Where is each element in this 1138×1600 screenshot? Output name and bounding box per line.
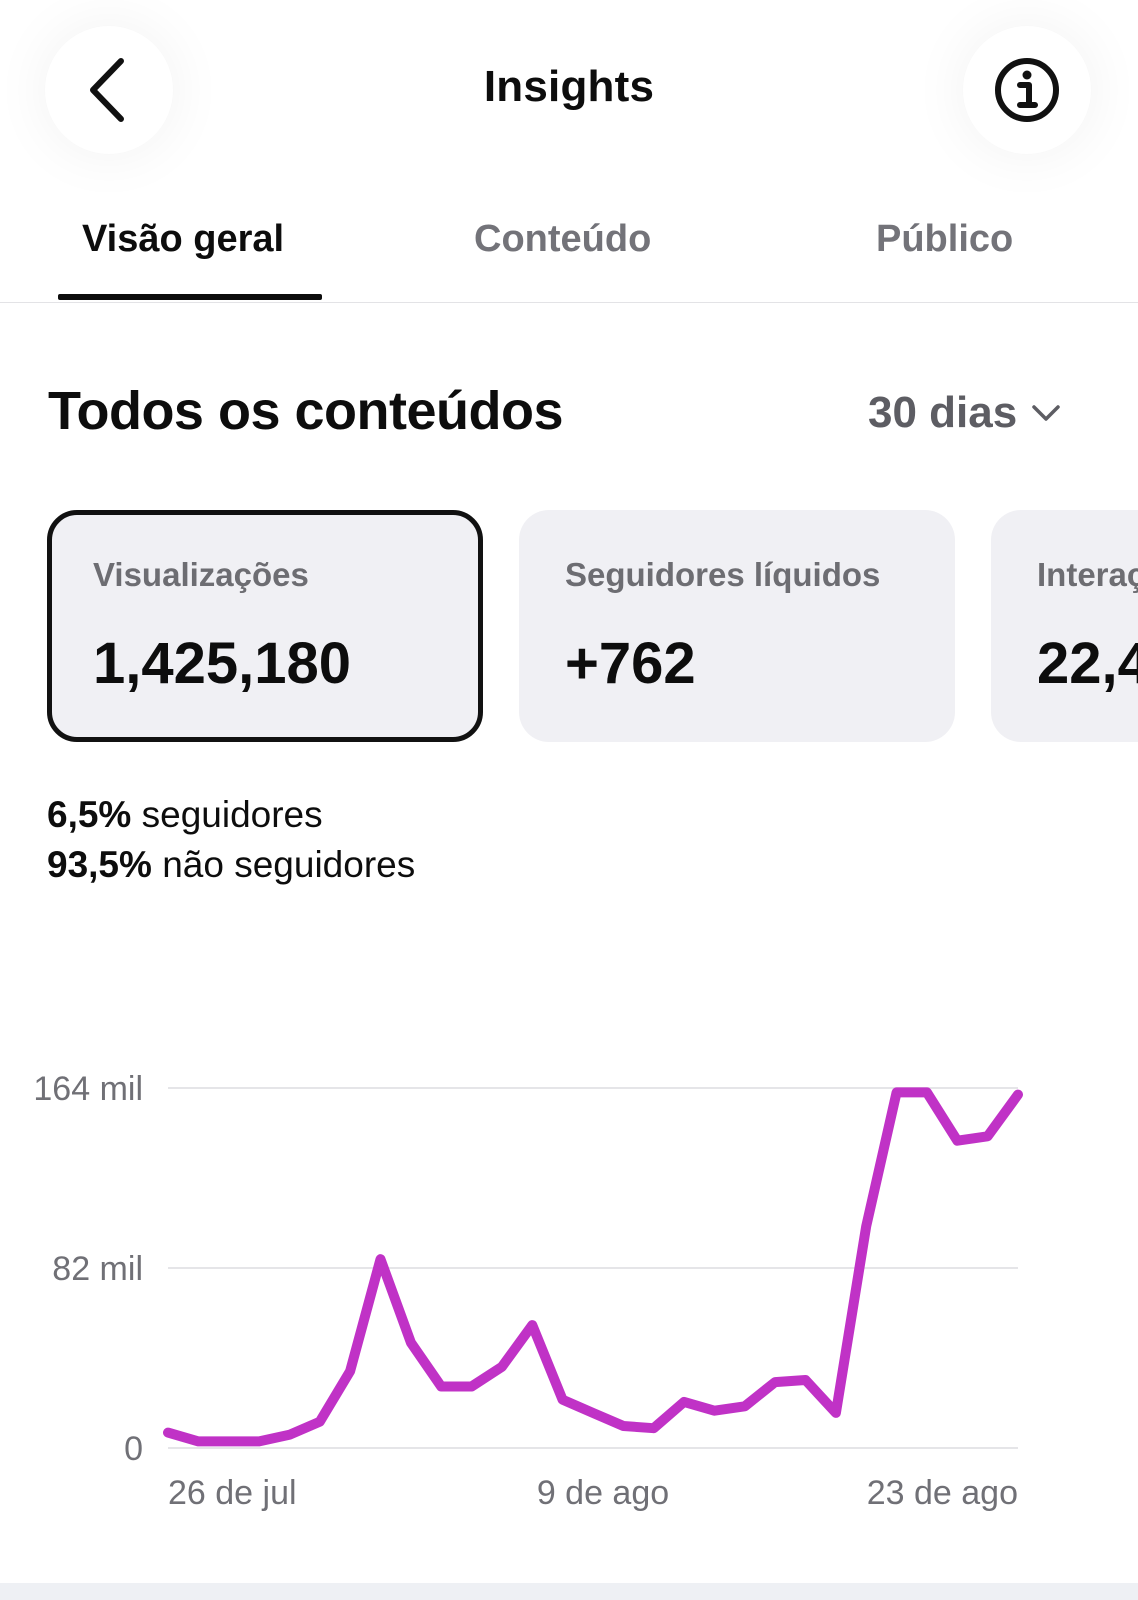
section-title: Todos os conteúdos xyxy=(48,381,564,441)
views-line-chart: 164 mil 82 mil 0 26 de jul 9 de ago 23 de ago xyxy=(0,1040,1138,1520)
metric-card-net-followers[interactable]: Seguidores líquidos +762 xyxy=(519,510,955,742)
views-series-line xyxy=(163,1087,1023,1447)
data-point xyxy=(439,1384,444,1389)
followers-label: seguidores xyxy=(141,794,323,835)
info-circle-icon xyxy=(995,58,1059,122)
info-button[interactable] xyxy=(963,26,1091,154)
tab-content[interactable]: Conteúdo xyxy=(474,218,651,261)
data-point xyxy=(864,1224,869,1229)
date-range-dropdown[interactable]: 30 dias xyxy=(868,388,1061,438)
x-tick-label: 9 de ago xyxy=(537,1474,669,1512)
date-range-label: 30 dias xyxy=(868,388,1018,437)
y-tick-label: 0 xyxy=(124,1430,143,1468)
data-point xyxy=(773,1380,778,1385)
metric-card-label: Interações xyxy=(1037,556,1138,593)
nonfollowers-share: 93,5% não seguidores xyxy=(47,840,415,890)
data-point xyxy=(166,1430,170,1435)
top-app-bar: Insights xyxy=(0,0,1138,190)
data-point xyxy=(742,1404,747,1409)
y-tick-label: 164 mil xyxy=(33,1070,143,1108)
data-point xyxy=(591,1410,595,1415)
data-point xyxy=(682,1399,687,1404)
nonfollowers-percent: 93,5% xyxy=(47,844,152,885)
data-point xyxy=(924,1090,929,1095)
data-point xyxy=(378,1257,383,1262)
followers-percent: 6,5% xyxy=(47,794,132,835)
audience-breakdown: 6,5% seguidores 93,5% não seguidores xyxy=(47,790,415,890)
tab-audience[interactable]: Público xyxy=(876,218,1013,261)
x-tick-label: 26 de jul xyxy=(168,1474,297,1512)
metric-card-label: Seguidores líquidos xyxy=(565,556,881,593)
data-point xyxy=(560,1397,565,1402)
metric-card-value: 1,425,180 xyxy=(93,631,352,696)
data-point xyxy=(712,1408,717,1413)
active-tab-indicator xyxy=(58,294,322,300)
tab-overview[interactable]: Visão geral xyxy=(82,218,284,261)
metric-card-label: Visualizações xyxy=(93,556,309,593)
data-point xyxy=(499,1364,504,1369)
data-point xyxy=(621,1424,626,1429)
chart-svg: 164 mil 82 mil 0 26 de jul 9 de ago 23 de ago xyxy=(33,1070,1023,1512)
data-point xyxy=(530,1323,535,1328)
nonfollowers-label: não seguidores xyxy=(162,844,416,885)
data-point xyxy=(317,1419,322,1424)
chevron-down-icon xyxy=(1032,405,1060,421)
data-point xyxy=(894,1090,899,1095)
data-point xyxy=(257,1439,262,1444)
data-point xyxy=(348,1369,353,1374)
metric-card-views[interactable]: Visualizações 1,425,180 xyxy=(47,510,483,742)
data-point xyxy=(287,1432,292,1437)
followers-share: 6,5% seguidores xyxy=(47,790,415,840)
data-point xyxy=(1016,1092,1020,1097)
data-point xyxy=(196,1439,201,1444)
metric-cards-carousel: Visualizações 1,425,180 Seguidores líqui… xyxy=(0,510,1138,742)
data-point xyxy=(226,1439,231,1444)
metric-card-value: 22,4 xyxy=(1037,631,1138,696)
data-point xyxy=(651,1426,656,1431)
insights-tabs: Visão geral Conteúdo Público xyxy=(0,200,1138,303)
data-point xyxy=(408,1340,413,1345)
data-point xyxy=(833,1410,838,1415)
x-tick-label: 23 de ago xyxy=(867,1474,1018,1512)
data-point xyxy=(955,1138,960,1143)
metric-card-interactions[interactable]: Interações 22,4 xyxy=(991,510,1138,742)
y-tick-label: 82 mil xyxy=(52,1250,143,1288)
data-point xyxy=(803,1377,808,1382)
data-point xyxy=(469,1384,474,1389)
data-point xyxy=(985,1134,990,1139)
metric-card-value: +762 xyxy=(565,631,696,696)
bottom-divider xyxy=(0,1583,1138,1600)
